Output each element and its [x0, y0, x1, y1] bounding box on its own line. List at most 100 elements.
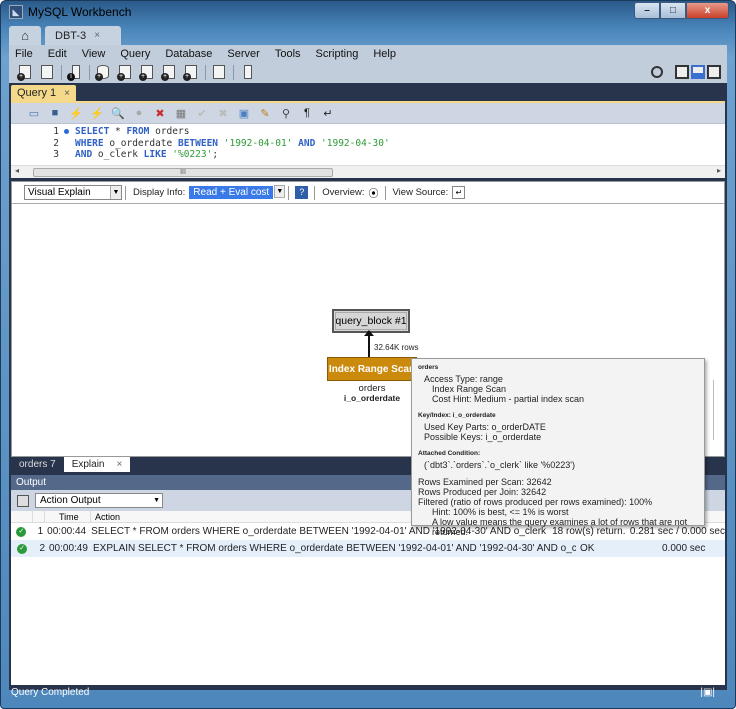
output-type-select[interactable]: Action Output ▼ [35, 493, 163, 508]
result-tab-explain[interactable]: Explain × [63, 457, 131, 472]
close-window-button[interactable]: x [686, 2, 729, 19]
menu-server[interactable]: Server [227, 48, 259, 60]
wrap-lines-icon[interactable]: ↵ [321, 106, 335, 120]
connection-tab-dbt3[interactable]: DBT-3 × [45, 26, 121, 45]
status-panel-toggle-icon[interactable]: |▣| [700, 687, 715, 698]
row-number: 2 [39, 543, 45, 554]
node-index-name: i_o_orderdate [343, 393, 401, 403]
result-tab-label: orders 7 [19, 459, 56, 470]
code-line: AND o_clerk LIKE '%0223'; [75, 149, 390, 161]
sql-editor[interactable]: 1 2 3 SELECT * FROM orders WHERE o_orderd… [11, 124, 725, 161]
menu-database[interactable]: Database [165, 48, 212, 60]
explain-tooltip: orders Access Type: range Index Range Sc… [411, 358, 705, 537]
sql-keyword: AND [298, 137, 316, 149]
save-explain-icon[interactable]: ? [295, 186, 309, 199]
output-row[interactable]: ✓ 2 00:00:49 EXPLAIN SELECT * FROM orders W… [11, 540, 725, 557]
object-info-icon[interactable]: i [67, 64, 83, 81]
index-range-scan-node[interactable]: Index Range Scan [327, 357, 417, 381]
app-window: ◣ MySQL Workbench – □ x ⌂ DBT-3 × File E… [0, 0, 736, 709]
close-tab-icon[interactable]: × [94, 30, 100, 41]
sql-text: ; [212, 149, 219, 160]
menu-query[interactable]: Query [120, 48, 150, 60]
toggle-secondary-sidebar-icon[interactable] [707, 65, 721, 79]
status-text: Query Completed [11, 687, 90, 698]
result-tab-label: Explain [71, 459, 105, 470]
search-table-data-icon[interactable] [211, 64, 227, 81]
view-source-icon[interactable]: ↵ [452, 186, 466, 199]
close-tab-icon[interactable]: × [117, 459, 123, 470]
find-icon[interactable]: ⚲ [279, 106, 293, 120]
toggle-error-icon[interactable]: ✖ [153, 106, 167, 120]
overview-icon[interactable]: ⦿ [369, 185, 379, 200]
settings-icon[interactable] [651, 66, 663, 78]
view-source-label: View Source: [392, 187, 449, 198]
line-number: 1 [11, 126, 71, 138]
menu-help[interactable]: Help [373, 48, 396, 60]
row-message: OK [580, 543, 595, 554]
sql-code[interactable]: SELECT * FROM orders WHERE o_orderdate BE… [75, 126, 390, 161]
create-procedure-icon[interactable]: + [161, 64, 177, 81]
column-header-time[interactable]: Time [45, 511, 91, 522]
toggle-autocommit-icon[interactable]: ▦ [174, 106, 188, 120]
scroll-left-icon[interactable]: ◂ [15, 166, 19, 175]
sql-keyword: SELECT [75, 126, 110, 137]
scrollbar-thumb[interactable]: III [33, 168, 333, 177]
tooltip-access-type: Access Type: range [424, 374, 503, 384]
sql-text: orders [149, 126, 190, 137]
limit-rows-icon[interactable]: ▣ [237, 106, 251, 120]
line-number: 2 [53, 137, 59, 149]
copy-icon[interactable] [17, 494, 29, 507]
reconnect-icon[interactable] [239, 64, 255, 81]
menu-view[interactable]: View [82, 48, 106, 60]
maximize-button[interactable]: □ [660, 2, 686, 19]
save-icon[interactable]: ■ [48, 106, 62, 120]
beautify-icon[interactable]: ✎ [258, 106, 272, 120]
sql-text: o_clerk [92, 149, 144, 160]
create-view-icon[interactable]: + [139, 64, 155, 81]
scroll-right-icon[interactable]: ▸ [717, 166, 721, 175]
toggle-output-icon[interactable] [691, 65, 705, 79]
create-function-icon[interactable]: + [183, 64, 199, 81]
open-file-icon[interactable]: ▭ [27, 106, 41, 120]
create-schema-icon[interactable]: + [95, 64, 111, 81]
sql-keyword: AND [75, 149, 93, 160]
code-line: WHERE o_orderdate BETWEEN '1992-04-01' A… [75, 138, 390, 150]
query-tab[interactable]: Query 1 × [11, 85, 76, 101]
explain-toolbar: Visual Explain ▼ Display Info: Read + Ev… [12, 182, 724, 204]
menu-file[interactable]: File [15, 48, 33, 60]
home-tab[interactable]: ⌂ [9, 26, 41, 45]
view-mode-select[interactable]: Visual Explain ▼ [24, 185, 122, 200]
menu-bar: File Edit View Query Database Server Too… [9, 45, 727, 62]
column-header-status[interactable] [11, 511, 33, 522]
result-tab-orders[interactable]: orders 7 [11, 457, 64, 472]
execute-icon[interactable]: ⚡ [69, 106, 83, 120]
menu-edit[interactable]: Edit [48, 48, 67, 60]
toggle-sidebar-icon[interactable] [675, 65, 689, 79]
mysql-workbench-logo-icon: ◣ [9, 5, 23, 19]
open-sql-script-icon[interactable] [39, 64, 55, 81]
explain-icon[interactable]: 🔍 [111, 106, 125, 120]
code-line: SELECT * FROM orders [75, 126, 390, 138]
sql-text: * [109, 126, 127, 137]
connection-tabs: ⌂ DBT-3 × [9, 26, 121, 45]
new-sql-tab-icon[interactable]: + [17, 64, 33, 81]
query-toolbar: ▭ ■ ⚡ ⚡ 🔍 ● ✖ ▦ ✔ ✖ ▣ ✎ ⚲ ¶ ↵ [11, 103, 725, 124]
rollback-icon[interactable]: ✖ [216, 106, 230, 120]
close-query-tab-icon[interactable]: × [64, 88, 70, 99]
minimize-button[interactable]: – [634, 2, 660, 19]
explain-scrollbar[interactable] [713, 380, 714, 440]
menu-scripting[interactable]: Scripting [316, 48, 359, 60]
sql-keyword: LIKE [143, 149, 167, 160]
display-info-select[interactable]: Read + Eval cost ▼ [189, 185, 286, 200]
execute-current-icon[interactable]: ⚡ [90, 106, 104, 120]
sql-editor-panel: ▭ ■ ⚡ ⚡ 🔍 ● ✖ ▦ ✔ ✖ ▣ ✎ ⚲ ¶ ↵ 1 2 3 SELE… [11, 101, 725, 178]
editor-horizontal-scrollbar[interactable]: ◂ III ▸ [11, 165, 725, 178]
commit-icon[interactable]: ✔ [195, 106, 209, 120]
menu-tools[interactable]: Tools [275, 48, 301, 60]
invisible-chars-icon[interactable]: ¶ [300, 106, 314, 120]
stop-icon[interactable]: ● [132, 106, 146, 120]
create-table-icon[interactable]: + [117, 64, 133, 81]
chevron-down-icon: ▼ [274, 185, 286, 198]
column-header-index[interactable] [33, 511, 45, 522]
display-info-label: Display Info: [133, 187, 186, 198]
